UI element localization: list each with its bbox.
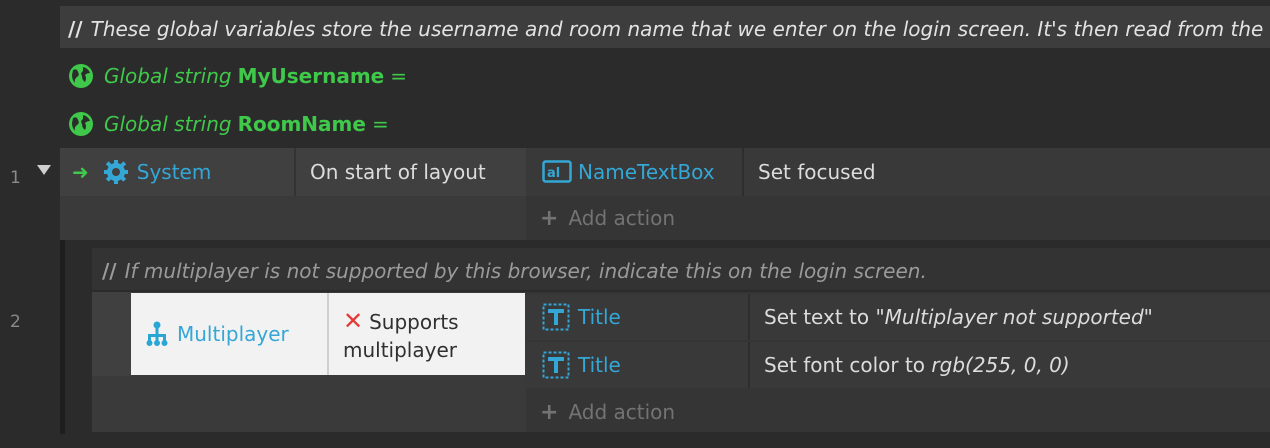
- action-title-set-text[interactable]: Title Set text to "Multiplayer not suppo…: [526, 294, 1270, 340]
- global-type: Global string: [104, 112, 232, 136]
- global-type: Global string: [104, 64, 232, 88]
- action-object-name: Title: [578, 353, 621, 377]
- add-action-button[interactable]: + Add action: [540, 392, 675, 432]
- global-equals: =: [390, 64, 407, 88]
- condition-line1: Supports: [369, 310, 459, 334]
- condition-on-start-of-layout[interactable]: On start of layout: [296, 148, 526, 196]
- action-text: Set focused: [758, 160, 876, 184]
- condition-multiplayer-object[interactable]: Multiplayer: [131, 293, 327, 375]
- global-variable-myusername[interactable]: Global string MyUsername =: [68, 60, 407, 92]
- comment-text: If multiplayer is not supported by this …: [124, 259, 927, 283]
- action-namtextbox-set-focused[interactable]: al NameTextBox Set focused: [526, 148, 1270, 196]
- trigger-arrow-icon: ➜: [72, 160, 89, 184]
- global-variable-roomname[interactable]: Global string RoomName =: [68, 108, 389, 140]
- gear-icon: [103, 160, 128, 184]
- condition-text: On start of layout: [310, 160, 486, 184]
- action-text: Set font color to rgb(255, 0, 0): [764, 353, 1070, 377]
- event-1-conditions[interactable]: ➜ System On start of layout: [60, 148, 526, 240]
- add-action-button[interactable]: + Add action: [540, 198, 675, 238]
- multiplayer-icon: [146, 321, 168, 346]
- text-object-icon: [542, 303, 570, 331]
- action-prefix: Set font color to: [764, 353, 932, 377]
- object-name: System: [136, 160, 212, 184]
- comment-multiplayer-support[interactable]: // If multiplayer is not supported by thi…: [92, 248, 1270, 290]
- object-name: Multiplayer: [177, 322, 289, 346]
- collapse-toggle-icon[interactable]: [37, 165, 51, 175]
- comment-text: These global variables store the usernam…: [90, 17, 1270, 41]
- event-1-actions: al NameTextBox Set focused + Add action: [526, 148, 1270, 240]
- comment-slashes: //: [68, 17, 83, 41]
- action-object-name: NameTextBox: [578, 160, 715, 184]
- action-value: "Multiplayer not supported": [875, 305, 1153, 329]
- comment-slashes: //: [102, 259, 117, 283]
- event-2-actions: Title Set text to "Multiplayer not suppo…: [526, 292, 1270, 432]
- global-name: RoomName: [237, 112, 366, 136]
- action-object-name: Title: [578, 305, 621, 329]
- action-prefix: Set text to: [764, 305, 876, 329]
- event-number: 2: [10, 312, 21, 332]
- event-number: 1: [10, 168, 21, 188]
- action-value: rgb(255, 0, 0): [931, 353, 1070, 377]
- condition-system-object[interactable]: ➜ System: [60, 148, 294, 196]
- add-action-label: Add action: [568, 206, 676, 230]
- globe-icon: [69, 112, 93, 136]
- comment-global-variables[interactable]: // These global variables store the usern…: [60, 6, 1270, 48]
- event-2-conditions: Multiplayer ✕ Supports multiplayer: [92, 292, 526, 432]
- condition-line2: multiplayer: [343, 338, 457, 362]
- globe-icon: [69, 64, 93, 88]
- plus-icon: +: [540, 399, 559, 425]
- condition-supports-multiplayer[interactable]: ✕ Supports multiplayer: [329, 293, 525, 375]
- textbox-icon: al: [542, 160, 572, 183]
- global-name: MyUsername: [237, 64, 385, 88]
- svg-text:al: al: [547, 166, 560, 181]
- plus-icon: +: [540, 205, 559, 231]
- subevent-indent-bar: [60, 240, 65, 434]
- invert-x-icon: ✕: [343, 307, 364, 335]
- action-title-set-font-color[interactable]: Title Set font color to rgb(255, 0, 0): [526, 342, 1270, 388]
- action-text: Set text to "Multiplayer not supported": [764, 305, 1153, 329]
- global-equals: =: [371, 112, 389, 136]
- text-object-icon: [542, 351, 570, 379]
- add-action-label: Add action: [568, 400, 676, 424]
